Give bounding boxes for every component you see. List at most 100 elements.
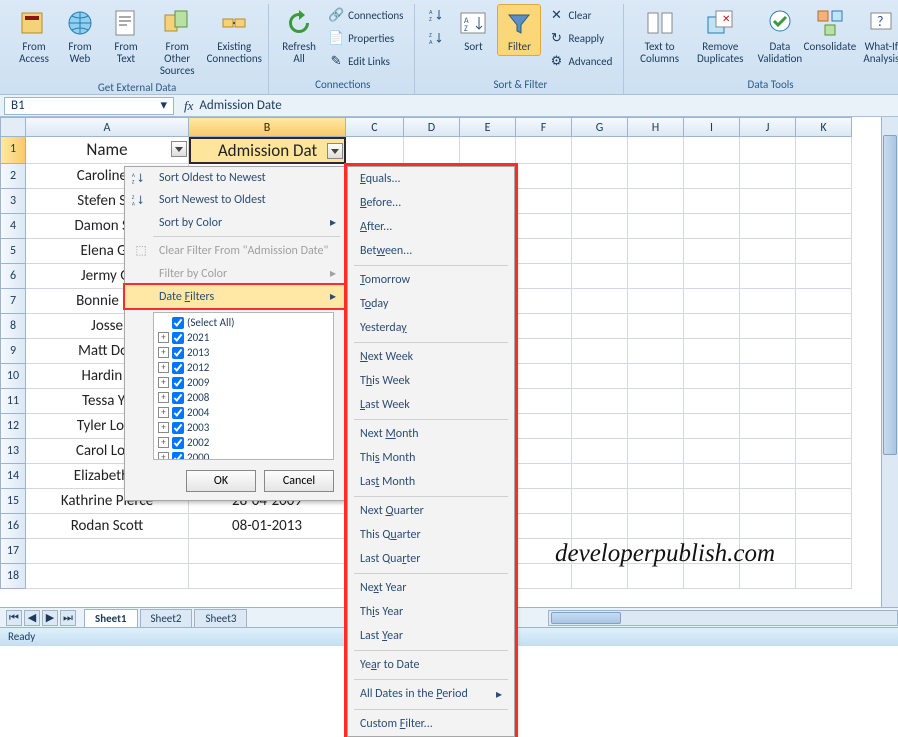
formula-bar[interactable]: fx Admission Date [178, 98, 288, 114]
expand-icon[interactable]: + [158, 437, 169, 448]
cell-K4[interactable] [796, 214, 852, 239]
cell-B18[interactable] [189, 564, 346, 589]
year-checkbox-2021[interactable]: +2021 [156, 330, 331, 345]
expand-icon[interactable]: + [158, 422, 169, 433]
cell-I13[interactable] [684, 439, 740, 464]
filter-dropdown-button[interactable] [171, 141, 187, 157]
ok-button[interactable]: OK [186, 470, 256, 492]
cell-F12[interactable] [516, 414, 572, 439]
cell-G12[interactable] [572, 414, 628, 439]
cell-I16[interactable] [684, 514, 740, 539]
text-to-columns-button[interactable]: Text to Columns [632, 4, 686, 68]
sort-newest-oldest[interactable]: ZASort Newest to Oldest [125, 189, 344, 211]
cell-F5[interactable] [516, 239, 572, 264]
from-other-sources-button[interactable]: From Other Sources [150, 4, 204, 80]
cell-K5[interactable] [796, 239, 852, 264]
column-header-A[interactable]: A [26, 117, 189, 137]
cell-A16[interactable]: Rodan Scott [26, 514, 189, 539]
row-header[interactable]: 12 [0, 414, 26, 439]
submenu-item[interactable]: This Week [348, 369, 514, 393]
row-header[interactable]: 9 [0, 339, 26, 364]
submenu-item[interactable]: Last Week [348, 393, 514, 417]
cell-G5[interactable] [572, 239, 628, 264]
submenu-item[interactable]: Next Quarter [348, 499, 514, 523]
cell-A1[interactable]: Name [26, 137, 189, 164]
row-header[interactable]: 2 [0, 164, 26, 189]
year-checkbox-2003[interactable]: +2003 [156, 420, 331, 435]
cell-F2[interactable] [516, 164, 572, 189]
submenu-item[interactable]: This Quarter [348, 523, 514, 547]
column-header-D[interactable]: D [404, 117, 460, 137]
cell-G13[interactable] [572, 439, 628, 464]
cell-J2[interactable] [740, 164, 796, 189]
cell-H14[interactable] [628, 464, 684, 489]
cell-D1[interactable] [404, 137, 460, 164]
cell-K8[interactable] [796, 314, 852, 339]
cell-K15[interactable] [796, 489, 852, 514]
sort-az-button[interactable]: AZ [423, 4, 449, 26]
tab-nav-prev[interactable]: ◀ [24, 610, 40, 626]
cell-F16[interactable] [516, 514, 572, 539]
submenu-item[interactable]: Before... [348, 191, 514, 215]
cell-K13[interactable] [796, 439, 852, 464]
expand-icon[interactable]: + [158, 347, 169, 358]
cell-I1[interactable] [684, 137, 740, 164]
cell-J7[interactable] [740, 289, 796, 314]
cell-I8[interactable] [684, 314, 740, 339]
cell-K14[interactable] [796, 464, 852, 489]
cell-K7[interactable] [796, 289, 852, 314]
cell-B1[interactable]: Admission Dat [189, 137, 346, 164]
cell-J3[interactable] [740, 189, 796, 214]
cell-K9[interactable] [796, 339, 852, 364]
cell-F3[interactable] [516, 189, 572, 214]
cell-F8[interactable] [516, 314, 572, 339]
sort-oldest-newest[interactable]: AZSort Oldest to Newest [125, 167, 344, 189]
row-header[interactable]: 3 [0, 189, 26, 214]
row-header[interactable]: 8 [0, 314, 26, 339]
row-header[interactable]: 17 [0, 539, 26, 564]
cell-J16[interactable] [740, 514, 796, 539]
cell-H1[interactable] [628, 137, 684, 164]
column-header-I[interactable]: I [684, 117, 740, 137]
row-header[interactable]: 10 [0, 364, 26, 389]
consolidate-button[interactable]: Consolidate [808, 4, 852, 56]
row-header[interactable]: 15 [0, 489, 26, 514]
cell-J1[interactable] [740, 137, 796, 164]
submenu-item[interactable]: This Month [348, 446, 514, 470]
cell-G14[interactable] [572, 464, 628, 489]
column-header-K[interactable]: K [796, 117, 852, 137]
cell-G6[interactable] [572, 264, 628, 289]
horizontal-scrollbar[interactable] [548, 610, 898, 626]
filter-dropdown-button[interactable] [327, 143, 343, 159]
cell-I2[interactable] [684, 164, 740, 189]
submenu-item[interactable]: Equals... [348, 167, 514, 191]
filter-values-tree[interactable]: (Select All) +2021+2013+2012+2009+2008+2… [153, 312, 334, 460]
cell-F9[interactable] [516, 339, 572, 364]
row-header[interactable]: 5 [0, 239, 26, 264]
row-header[interactable]: 13 [0, 439, 26, 464]
column-header-C[interactable]: C [346, 117, 404, 137]
refresh-all-button[interactable]: Refresh All [277, 4, 321, 68]
cell-J13[interactable] [740, 439, 796, 464]
row-header[interactable]: 1 [0, 137, 26, 164]
remove-duplicates-button[interactable]: ✕Remove Duplicates [689, 4, 752, 68]
date-filters[interactable]: Date Filters▸ [124, 284, 345, 309]
cell-G8[interactable] [572, 314, 628, 339]
column-header-J[interactable]: J [740, 117, 796, 137]
cell-B17[interactable] [189, 539, 346, 564]
sort-button[interactable]: AZSort [451, 4, 495, 56]
cell-F6[interactable] [516, 264, 572, 289]
cell-H2[interactable] [628, 164, 684, 189]
cell-F14[interactable] [516, 464, 572, 489]
cell-G11[interactable] [572, 389, 628, 414]
row-header[interactable]: 11 [0, 389, 26, 414]
cell-I6[interactable] [684, 264, 740, 289]
cell-I11[interactable] [684, 389, 740, 414]
cell-I12[interactable] [684, 414, 740, 439]
reapply-button[interactable]: ↻Reapply [543, 27, 617, 49]
connections-button[interactable]: 🔗Connections [323, 4, 408, 26]
tab-nav-next[interactable]: ▶ [42, 610, 58, 626]
cell-H8[interactable] [628, 314, 684, 339]
cell-C1[interactable] [346, 137, 404, 164]
year-checkbox-2008[interactable]: +2008 [156, 390, 331, 405]
